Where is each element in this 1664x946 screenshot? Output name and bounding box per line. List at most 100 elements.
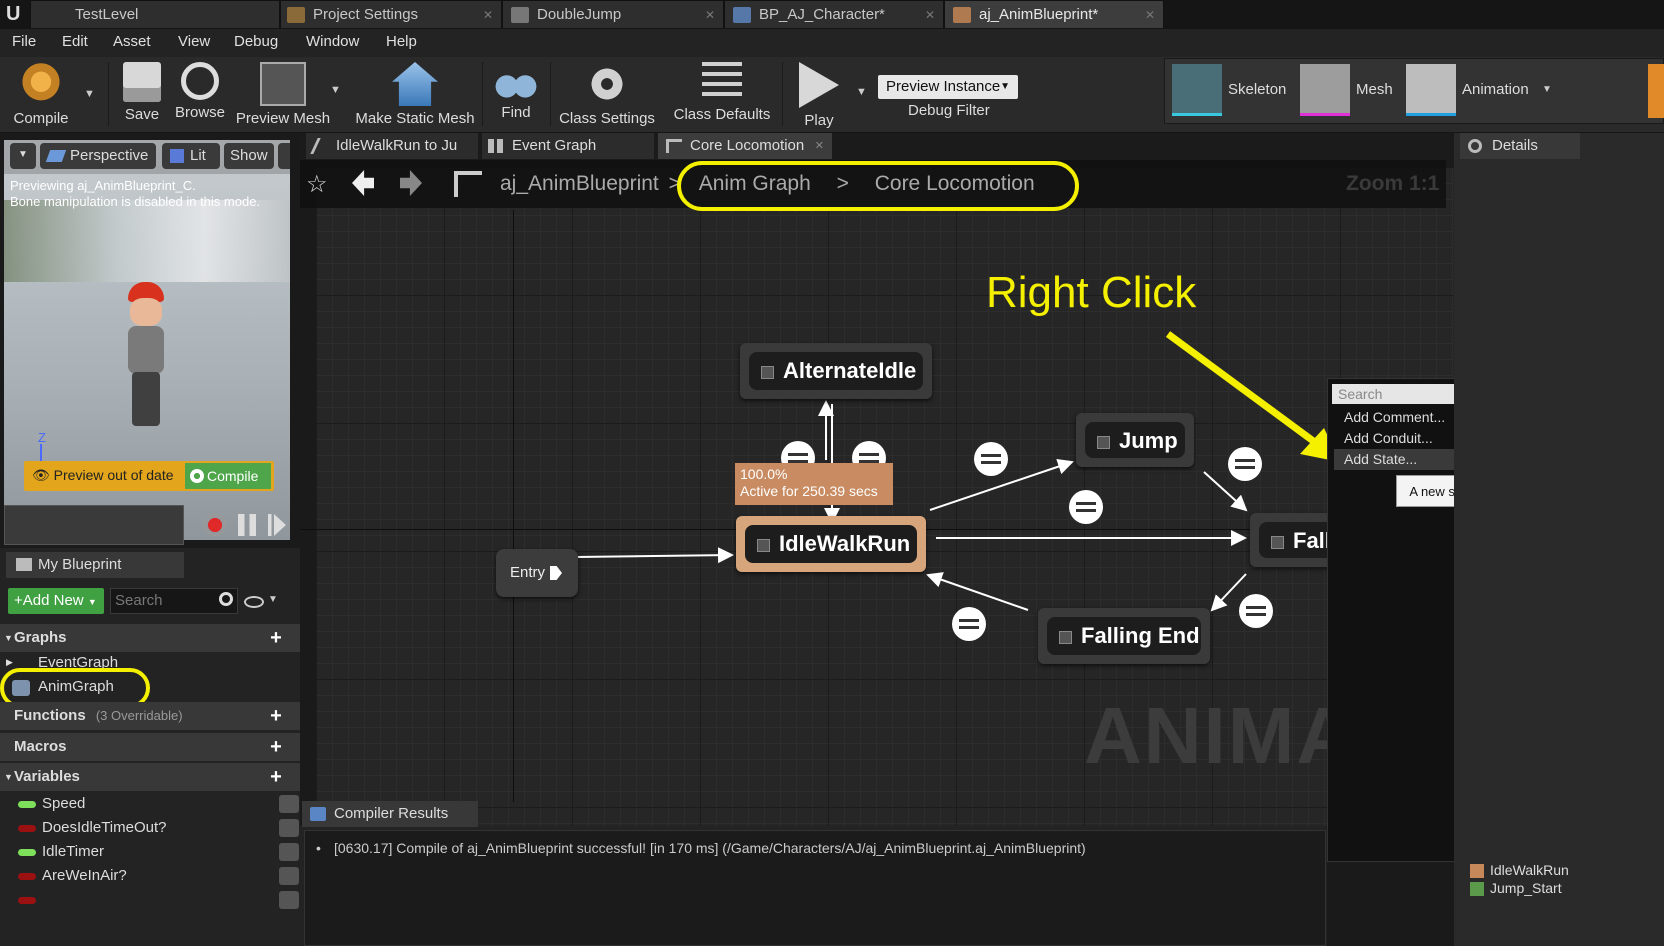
lit-button[interactable]: Lit — [162, 143, 220, 169]
details-panel — [1454, 133, 1664, 946]
my-blueprint-search-input[interactable]: Search — [110, 588, 238, 614]
state-node-alternate-idle[interactable]: AlternateIdle — [740, 343, 932, 399]
compiler-results-tab[interactable]: Compiler Results — [302, 801, 478, 827]
show-button[interactable]: Show — [224, 143, 274, 169]
unreal-logo-icon[interactable]: U — [6, 3, 30, 25]
variable-row[interactable]: Speed — [14, 792, 300, 816]
play-button[interactable]: Play — [786, 60, 852, 130]
graph-tab-event-graph[interactable]: Event Graph — [482, 133, 654, 159]
timeline-scrubber[interactable] — [4, 505, 184, 545]
skeleton-mode-button[interactable]: Skeleton — [1172, 64, 1292, 116]
graphs-section[interactable]: ▼ Graphs + — [0, 624, 300, 652]
state-node-falling-end[interactable]: Falling End — [1038, 608, 1210, 664]
variable-row[interactable] — [14, 888, 300, 912]
add-graph-button[interactable]: + — [266, 628, 286, 648]
viewport-extra-button[interactable] — [278, 143, 290, 169]
chevron-down-icon[interactable]: ▼ — [268, 594, 278, 605]
entry-node[interactable]: Entry — [496, 549, 578, 597]
viewport-options-button[interactable]: ▼ — [10, 143, 36, 169]
debug-object-select[interactable]: Preview Instance ▼ — [878, 75, 1018, 99]
toolbar-divider — [108, 62, 109, 126]
gear-icon — [190, 469, 204, 483]
transition-rule-icon[interactable] — [952, 607, 986, 641]
macros-section[interactable]: Macros + — [0, 733, 300, 761]
variable-row[interactable]: AreWeInAir? — [14, 864, 300, 888]
torso — [128, 326, 164, 374]
state-icon — [1059, 631, 1072, 644]
play-options-dropdown-icon[interactable]: ▼ — [856, 86, 867, 98]
transition-rule-icon[interactable] — [974, 442, 1008, 476]
viewport-compile-button[interactable]: Compile — [185, 463, 271, 489]
mesh-mode-button[interactable]: Mesh — [1300, 64, 1400, 116]
perspective-button[interactable]: Perspective — [40, 143, 156, 169]
visibility-eye-icon[interactable] — [244, 596, 264, 608]
graph-tab-transition[interactable]: IdleWalkRun to Ju — [306, 133, 478, 159]
state-node-idle-walk-run[interactable]: IdleWalkRun — [736, 516, 926, 572]
details-tab[interactable]: Details — [1460, 133, 1580, 159]
save-button[interactable]: Save — [114, 60, 170, 130]
state-icon — [1271, 536, 1284, 549]
tab-project-settings[interactable]: Project Settings ✕ — [280, 0, 502, 28]
section-expanded-icon: ▼ — [4, 633, 13, 643]
class-defaults-button[interactable]: Class Defaults — [668, 60, 776, 130]
close-icon[interactable]: ✕ — [925, 1, 935, 28]
eye-icon[interactable] — [279, 843, 299, 861]
variable-row[interactable]: DoesIdleTimeOut? — [14, 816, 300, 840]
pause-button[interactable] — [238, 514, 256, 536]
details-list-item[interactable]: IdleWalkRun — [1468, 862, 1569, 878]
close-icon[interactable]: ✕ — [483, 1, 493, 28]
close-icon[interactable]: ✕ — [705, 1, 715, 28]
chevron-down-icon[interactable]: ▼ — [1542, 84, 1552, 95]
add-macro-button[interactable]: + — [266, 737, 286, 757]
transition-rule-icon[interactable] — [1239, 594, 1273, 628]
record-button[interactable] — [204, 514, 226, 536]
tab-aj-animblueprint[interactable]: aj_AnimBlueprint* ✕ — [944, 0, 1164, 28]
blueprint-mode-button[interactable] — [1648, 64, 1664, 118]
menu-debug[interactable]: Debug — [234, 33, 278, 50]
menu-view[interactable]: View — [178, 33, 210, 50]
menu-asset[interactable]: Asset — [113, 33, 151, 50]
variable-row[interactable]: IdleTimer — [14, 840, 300, 864]
variables-section[interactable]: ▼ Variables + — [0, 763, 300, 791]
class-settings-button[interactable]: Class Settings — [556, 60, 658, 130]
state-node-falling[interactable]: Falli — [1250, 513, 1330, 567]
variable-type-pill — [18, 873, 36, 880]
graph-tab-core-locomotion[interactable]: Core Locomotion ✕ — [658, 133, 832, 159]
menu-window[interactable]: Window — [306, 33, 359, 50]
eye-icon[interactable] — [279, 819, 299, 837]
compile-button[interactable]: Compile — [4, 60, 78, 130]
close-icon[interactable]: ✕ — [815, 133, 824, 159]
my-blueprint-tab[interactable]: My Blueprint — [6, 552, 184, 578]
book-icon — [16, 558, 32, 571]
close-icon[interactable]: ✕ — [1145, 1, 1155, 28]
tab-doublejump[interactable]: DoubleJump ✕ — [502, 0, 724, 28]
menu-edit[interactable]: Edit — [62, 33, 88, 50]
add-function-button[interactable]: + — [266, 706, 286, 726]
tab-testlevel[interactable]: TestLevel — [30, 0, 280, 28]
step-forward-button[interactable] — [268, 514, 286, 536]
preview-mesh-button[interactable]: Preview Mesh — [234, 60, 332, 130]
animation-mode-button[interactable]: Animation ▼ — [1406, 64, 1556, 116]
tab-bp-aj-character[interactable]: BP_AJ_Character* ✕ — [724, 0, 944, 28]
find-button[interactable]: Find — [488, 60, 544, 130]
functions-section[interactable]: Functions (3 Overridable) + — [0, 702, 300, 730]
variable-type-pill — [18, 849, 36, 856]
debug-filter-label: Debug Filter — [908, 102, 990, 119]
eye-icon[interactable] — [279, 867, 299, 885]
gear-icon — [584, 62, 630, 106]
eye-icon: 👁 — [32, 467, 50, 483]
chevron-down-icon: ▼ — [18, 149, 28, 160]
add-variable-button[interactable]: + — [266, 767, 286, 787]
browse-button[interactable]: Browse — [172, 60, 228, 130]
menu-help[interactable]: Help — [386, 33, 417, 50]
transition-rule-icon[interactable] — [1069, 490, 1103, 524]
make-static-mesh-button[interactable]: Make Static Mesh — [354, 60, 476, 130]
compile-options-dropdown-icon[interactable]: ▼ — [84, 88, 95, 100]
preview-mesh-dropdown-icon[interactable]: ▼ — [330, 84, 341, 96]
menu-file[interactable]: File — [12, 33, 36, 50]
eye-icon[interactable] — [279, 795, 299, 813]
details-list-item[interactable]: Jump_Start — [1468, 880, 1562, 896]
add-new-button[interactable]: +Add New ▼ — [8, 588, 104, 614]
eye-icon[interactable] — [279, 891, 299, 909]
state-icon — [1097, 436, 1110, 449]
